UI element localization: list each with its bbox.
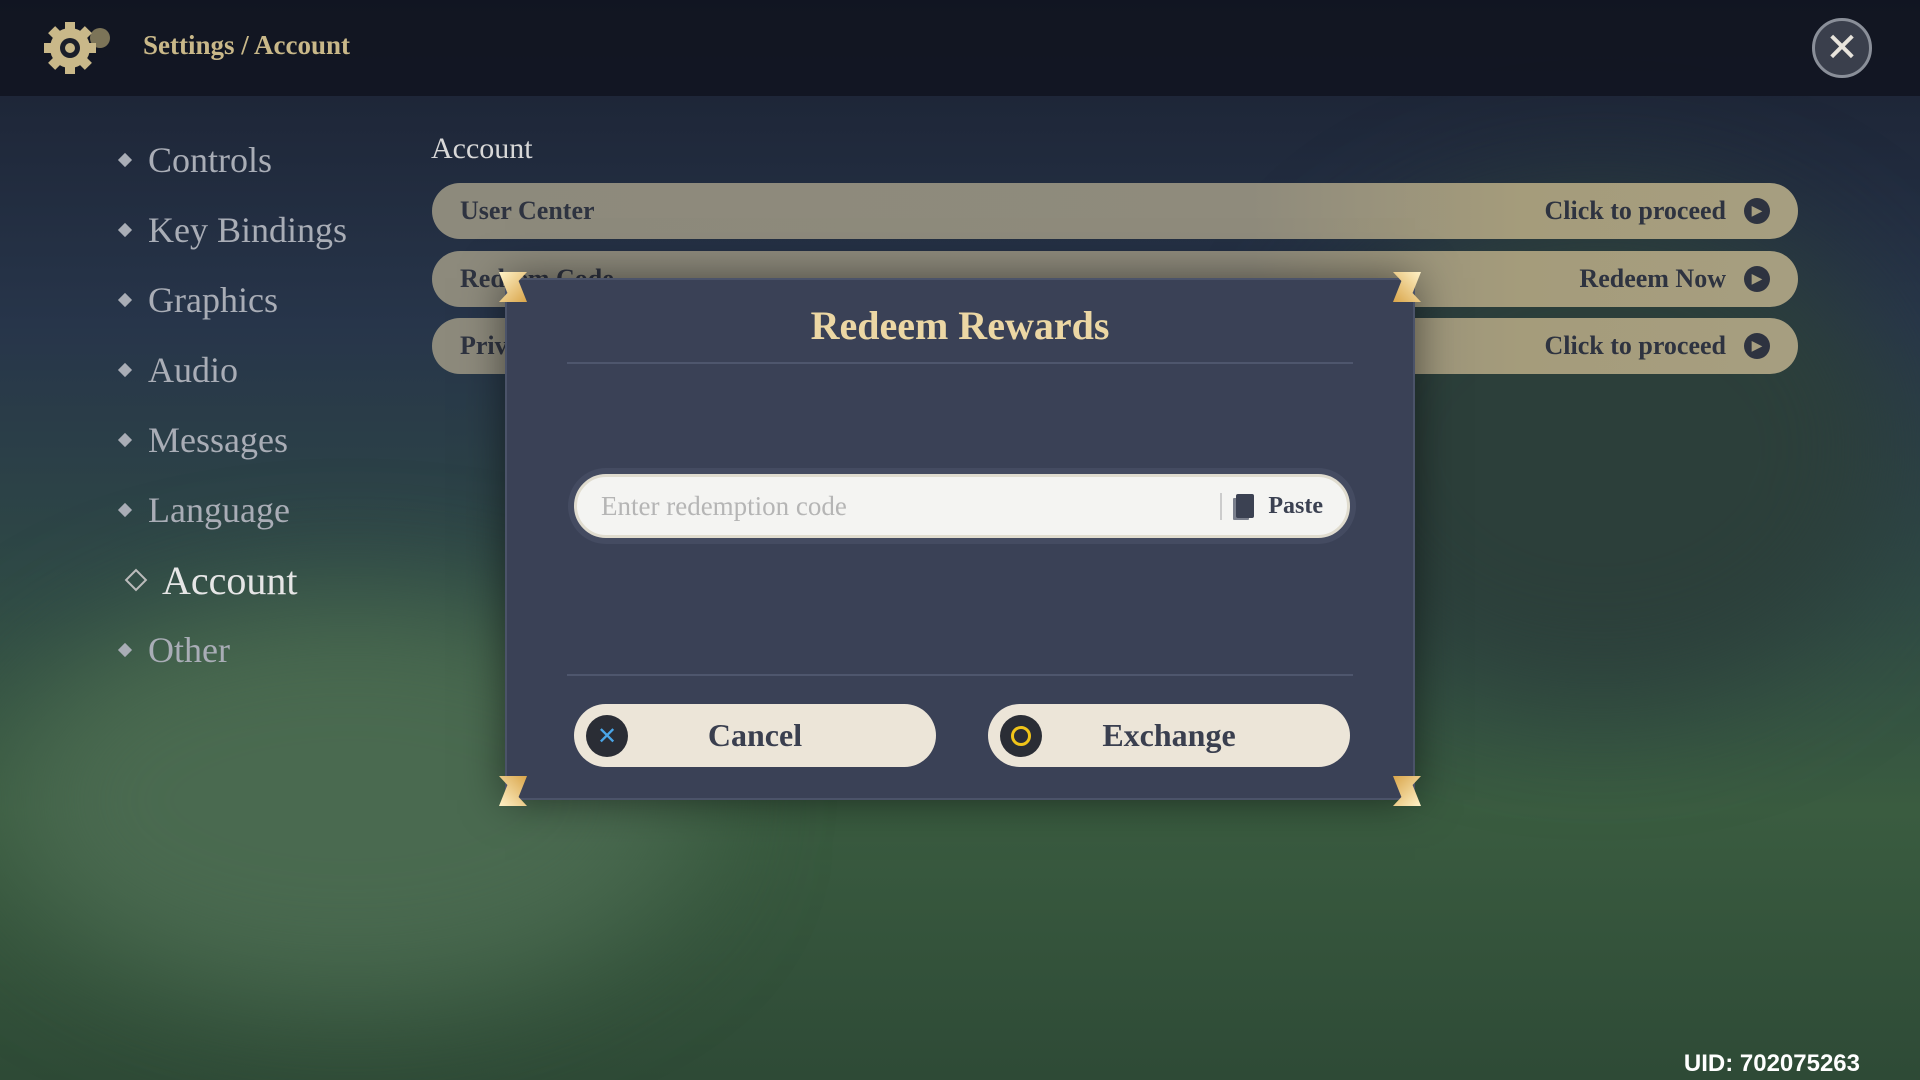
row-action: Click to proceed	[1544, 196, 1727, 225]
sidebar-item-other[interactable]: Other	[115, 615, 347, 685]
divider	[567, 362, 1353, 364]
clipboard-icon	[1236, 494, 1255, 518]
dialog-title: Redeem Rewards	[810, 303, 1110, 348]
sidebar-item-language[interactable]: Language	[115, 475, 347, 545]
sidebar-item-label: Graphics	[148, 280, 278, 320]
sidebar-item-graphics[interactable]: Graphics	[115, 265, 347, 335]
sidebar-item-key-bindings[interactable]: Key Bindings	[115, 195, 347, 265]
top-bar: Settings / Account ✕	[0, 0, 1920, 96]
sidebar-item-audio[interactable]: Audio	[115, 335, 347, 405]
diamond-icon	[117, 642, 133, 658]
redemption-code-input[interactable]	[601, 490, 1221, 522]
sidebar-item-account[interactable]: Account	[115, 545, 347, 615]
sidebar-item-label: Audio	[148, 350, 238, 390]
diamond-icon	[124, 568, 148, 592]
circle-button-icon	[1000, 715, 1042, 757]
breadcrumb: Settings / Account	[143, 30, 351, 60]
row-action: Click to proceed	[1544, 331, 1727, 360]
diamond-icon	[117, 362, 133, 378]
row-label: User Center	[460, 196, 595, 225]
diamond-icon	[117, 432, 133, 448]
diamond-icon	[117, 292, 133, 308]
paste-label: Paste	[1268, 492, 1323, 519]
cancel-button[interactable]: ✕ Cancel	[574, 704, 936, 767]
uid-label: UID: 702075263	[1683, 1050, 1860, 1077]
sidebar-item-controls[interactable]: Controls	[115, 125, 347, 195]
arrow-right-icon: ▶	[1744, 266, 1770, 292]
diamond-icon	[117, 152, 133, 168]
sidebar-item-messages[interactable]: Messages	[115, 405, 347, 475]
row-user-center[interactable]: User Center Click to proceed ▶	[432, 183, 1798, 239]
diamond-icon	[117, 222, 133, 238]
row-action: Redeem Now	[1579, 264, 1726, 293]
redemption-code-field: Paste	[574, 474, 1350, 538]
close-button[interactable]: ✕	[1812, 18, 1872, 78]
close-icon: ✕	[1825, 25, 1859, 71]
arrow-right-icon: ▶	[1744, 333, 1770, 359]
cancel-label: Cancel	[707, 717, 803, 753]
sidebar-item-label: Messages	[148, 420, 288, 460]
sidebar-item-label: Controls	[148, 140, 273, 180]
divider	[567, 674, 1353, 676]
gear-icon	[44, 22, 110, 74]
exchange-label: Exchange	[1102, 717, 1236, 753]
sidebar-item-label: Language	[148, 490, 290, 530]
redeem-dialog: Redeem Rewards Paste ✕ Cancel Exchange	[499, 272, 1415, 800]
sidebar: Controls Key Bindings Graphics Audio Mes…	[115, 125, 347, 685]
section-title: Account	[431, 132, 533, 165]
sidebar-item-label: Other	[148, 630, 230, 670]
paste-button[interactable]: Paste	[1220, 492, 1323, 520]
diamond-icon	[117, 502, 133, 518]
exchange-button[interactable]: Exchange	[988, 704, 1350, 767]
corner-ornament	[1393, 776, 1421, 806]
x-button-icon: ✕	[586, 715, 628, 757]
sidebar-item-label: Key Bindings	[148, 210, 348, 250]
sidebar-item-label: Account	[162, 557, 298, 603]
arrow-right-icon: ▶	[1744, 198, 1770, 224]
